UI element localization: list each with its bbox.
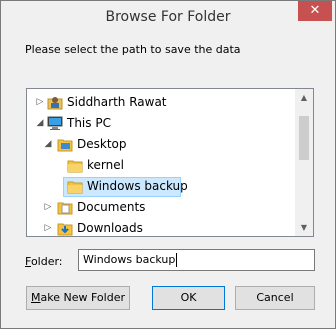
computer-icon — [47, 116, 63, 131]
close-button[interactable]: ✕ — [298, 1, 332, 21]
tree-item-kernel[interactable]: kernel — [27, 155, 295, 176]
tree-item-label: This PC — [67, 116, 111, 130]
expand-arrow-icon[interactable]: ▷ — [43, 218, 53, 236]
tree-scrollbar[interactable]: ▲ ▼ — [295, 89, 313, 236]
title-bar[interactable]: Browse For Folder ✕ — [1, 1, 335, 35]
desktop-folder-icon — [57, 137, 73, 152]
tree-item-downloads[interactable]: ▷ Downloads — [27, 218, 295, 236]
scroll-thumb[interactable] — [299, 116, 309, 160]
downloads-folder-icon — [57, 221, 73, 236]
collapse-arrow-icon[interactable]: ◢ — [35, 113, 45, 134]
folder-field-label: Folder: — [25, 255, 63, 268]
dialog-title: Browse For Folder — [105, 9, 231, 25]
folder-icon — [67, 179, 83, 194]
cancel-button[interactable]: Cancel — [235, 286, 315, 310]
tree-item-label: Documents — [77, 200, 146, 214]
folder-path-input[interactable]: Windows backup — [78, 249, 315, 271]
tree-item-label: Siddharth Rawat — [67, 95, 167, 109]
tree-item-label: Windows backup — [87, 179, 188, 193]
scroll-up-icon[interactable]: ▲ — [295, 89, 313, 106]
user-icon — [47, 95, 63, 110]
instruction-text: Please select the path to save the data — [25, 43, 241, 56]
tree-item-label: Desktop — [77, 137, 127, 151]
tree-item-label: kernel — [87, 158, 124, 172]
browse-for-folder-dialog: Browse For Folder ✕ Please select the pa… — [0, 0, 336, 329]
tree-item-this-pc[interactable]: ◢ This PC — [27, 113, 295, 134]
tree-item-documents[interactable]: ▷ Documents — [27, 197, 295, 218]
tree-item-label: Downloads — [77, 221, 143, 235]
expand-arrow-icon[interactable]: ▷ — [43, 197, 53, 218]
tree-item-windows-backup[interactable]: Windows backup — [27, 176, 295, 197]
folder-icon — [67, 158, 83, 173]
text-caret — [176, 253, 178, 267]
tree-item-siddharth-rawat[interactable]: ▷ Siddharth Rawat — [27, 92, 295, 113]
collapse-arrow-icon[interactable]: ◢ — [43, 134, 53, 155]
documents-folder-icon — [57, 200, 73, 215]
expand-arrow-icon[interactable]: ▷ — [35, 92, 45, 113]
scroll-down-icon[interactable]: ▼ — [295, 219, 313, 236]
folder-tree[interactable]: ▷ Siddharth Rawat ◢ This PC ◢ Desktop ke… — [26, 88, 314, 237]
ok-button[interactable]: OK — [152, 286, 225, 310]
make-new-folder-button[interactable]: Make New Folder — [26, 286, 130, 310]
close-icon: ✕ — [309, 3, 321, 18]
tree-item-desktop[interactable]: ◢ Desktop — [27, 134, 295, 155]
